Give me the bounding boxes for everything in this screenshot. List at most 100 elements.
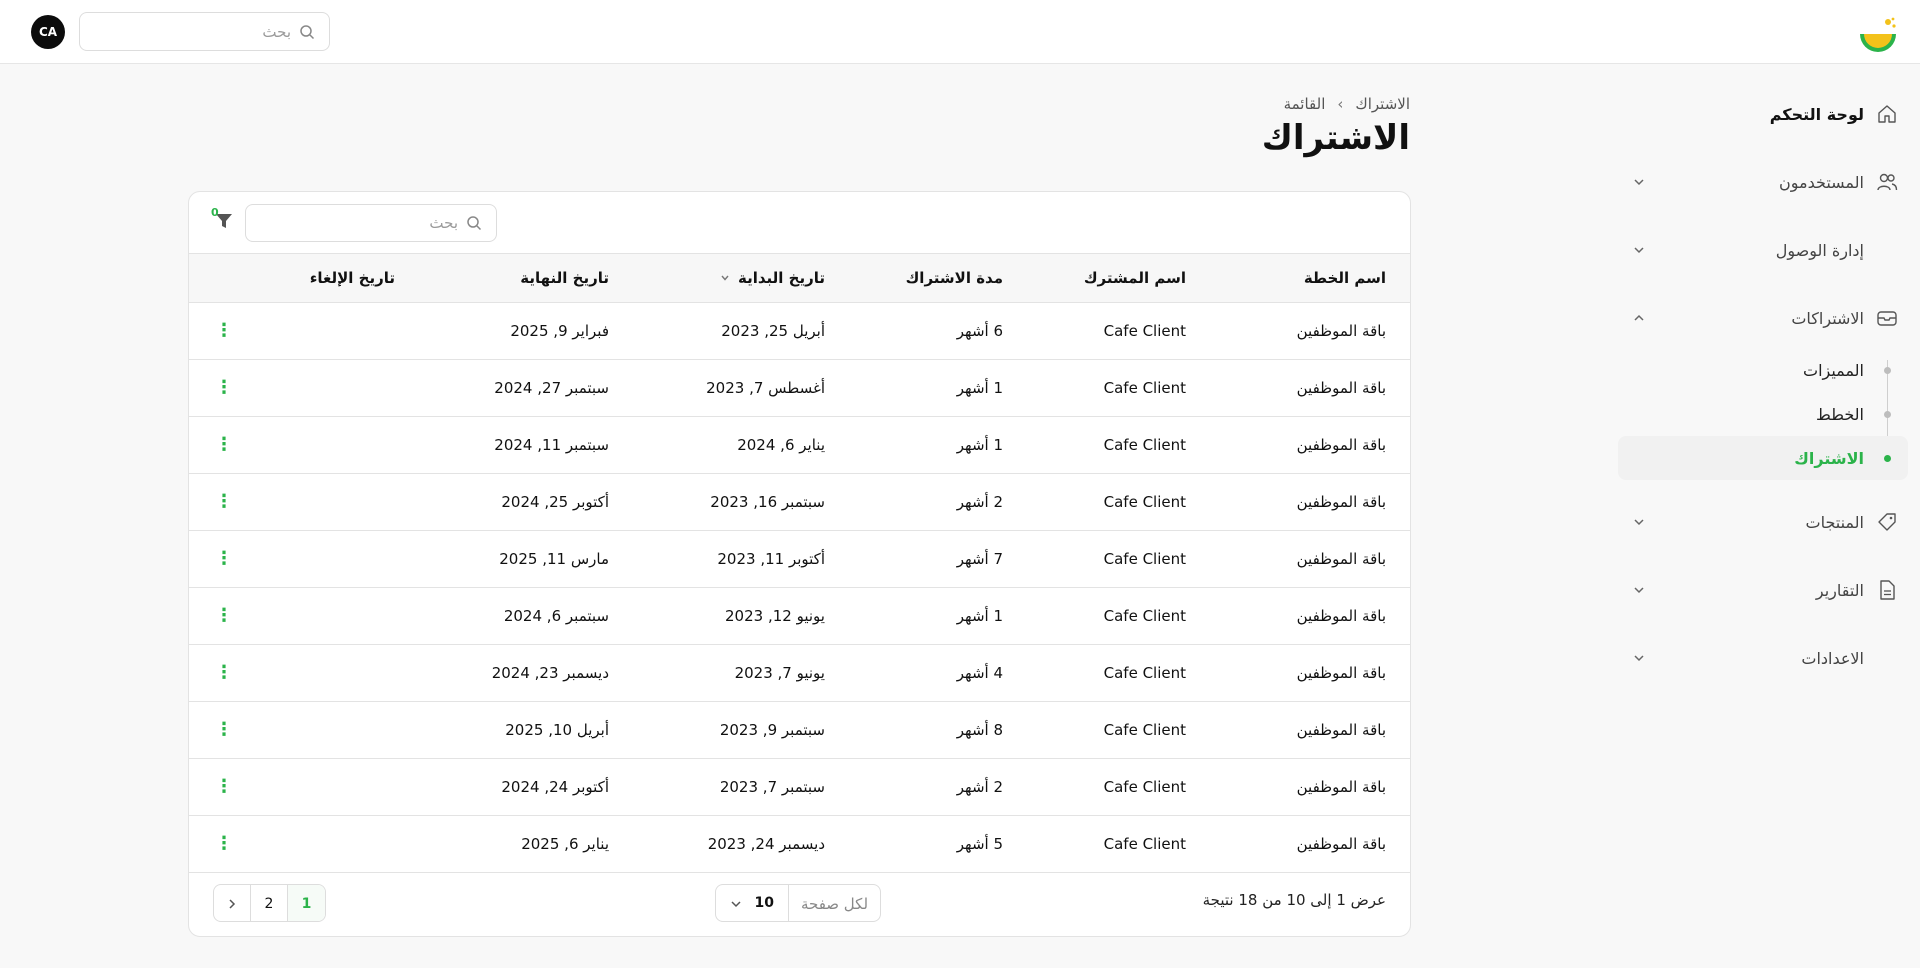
cell-end-date: ديسمبر 23, 2024 [491,663,609,682]
cell-subscriber-name: Cafe Client [1103,435,1186,454]
bullet-dot [1884,367,1891,374]
table-row[interactable]: باقة الموظفين Cafe Client 4 أشهر يونيو 7, 2… [189,644,1410,701]
subscriptions-table: اسم الخطة اسم المشترك مدة الاشتراك تاريخ… [189,254,1410,873]
cell-end-date: سبتمبر 6, 2024 [503,606,609,625]
row-spacer [1386,530,1410,587]
table-row[interactable]: باقة الموظفين Cafe Client 1 أشهر يونيو 12, … [189,587,1410,644]
cell-end-date: أبريل 10, 2025 [505,720,609,739]
page-title: الاشتراك [1261,118,1410,158]
page-button-2[interactable]: 2 [251,884,288,921]
row-actions-menu-icon[interactable]: ⋮ [215,719,233,740]
app-logo[interactable] [1858,14,1898,54]
gear-icon [1876,647,1898,669]
row-spacer [1386,815,1410,872]
sidebar-item-products[interactable]: المنتجات [1618,500,1908,544]
cell-start-date: أبريل 25, 2023 [721,321,825,340]
row-actions-menu-icon[interactable]: ⋮ [215,776,233,797]
cell-end-date: أكتوبر 24, 2024 [501,777,609,796]
sidebar-item-label: التقارير [1815,580,1864,600]
cell-cancel-date: ⋮ [189,758,395,815]
cell-subscriber-name: Cafe Client [1103,549,1186,568]
column-header-subscriber-name[interactable]: اسم المشترك [1003,254,1186,302]
cell-subscriber-name: Cafe Client [1103,321,1186,340]
breadcrumb-root[interactable]: الاشتراك [1355,95,1410,113]
sidebar-item-dashboard[interactable]: لوحة التحكم [1618,92,1908,136]
sidebar-item-label: الاشتراكات [1791,308,1864,328]
sidebar-item-access-management[interactable]: إدارة الوصول [1618,228,1908,272]
column-header-start-date[interactable]: تاريخ البداية [609,254,825,302]
table-row[interactable]: باقة الموظفين Cafe Client 2 أشهر سبتمبر 7, … [189,758,1410,815]
row-spacer [1386,473,1410,530]
cell-cancel-date: ⋮ [189,530,395,587]
sidebar-subitem-features[interactable]: المميزات [1618,348,1908,392]
row-actions-menu-icon[interactable]: ⋮ [215,605,233,626]
column-header-duration[interactable]: مدة الاشتراك [825,254,1003,302]
column-header-end-date[interactable]: تاريخ النهاية [395,254,609,302]
row-actions-menu-icon[interactable]: ⋮ [215,320,233,341]
table-header-row: اسم الخطة اسم المشترك مدة الاشتراك تاريخ… [189,254,1410,302]
chevron-down-icon [1634,519,1644,526]
search-placeholder: بحث [429,214,458,232]
cell-duration: 5 أشهر [956,834,1003,853]
table-row[interactable]: باقة الموظفين Cafe Client 2 أشهر سبتمبر 16,… [189,473,1410,530]
table-row[interactable]: باقة الموظفين Cafe Client 6 أشهر أبريل 25, … [189,302,1410,359]
cell-end-date: أكتوبر 25, 2024 [501,492,609,511]
breadcrumb-current: القائمة [1283,95,1326,113]
cell-duration: 6 أشهر [956,321,1003,340]
per-page-select[interactable]: لكل صفحة 10 [715,883,881,922]
sidebar-subitem-subscription[interactable]: الاشتراك [1618,436,1908,480]
results-summary: عرض 1 إلى 10 من 18 نتيجة [1202,890,1386,909]
cell-cancel-date: ⋮ [189,644,395,701]
global-search-input[interactable]: بحث [79,12,330,51]
cell-start-date: يناير 6, 2024 [737,435,825,454]
sidebar-item-subscriptions[interactable]: الاشتراكات [1618,296,1908,340]
column-header-plan-name[interactable]: اسم الخطة [1186,254,1386,302]
cell-start-date: يونيو 7, 2023 [734,663,825,682]
row-actions-menu-icon[interactable]: ⋮ [215,434,233,455]
cell-subscriber-name: Cafe Client [1103,663,1186,682]
cell-subscriber-name: Cafe Client [1103,492,1186,511]
avatar[interactable]: CA [31,15,65,49]
cell-end-date: يناير 6, 2025 [521,834,609,853]
cell-plan-name: باقة الموظفين [1296,435,1386,454]
search-placeholder: بحث [262,22,291,41]
table-search-input[interactable]: بحث [245,204,497,242]
sidebar-subitem-label: المميزات [1803,360,1864,380]
column-header-cancel-date[interactable]: تاريخ الإلغاء [189,254,395,302]
chevron-down-icon [1634,587,1644,594]
table-body: باقة الموظفين Cafe Client 6 أشهر أبريل 25, … [189,302,1410,872]
per-page-label: لكل صفحة [788,884,880,921]
row-actions-menu-icon[interactable]: ⋮ [215,491,233,512]
cell-cancel-date: ⋮ [189,701,395,758]
table-row[interactable]: باقة الموظفين Cafe Client 5 أشهر ديسمبر 24,… [189,815,1410,872]
row-spacer [1386,701,1410,758]
row-actions-menu-icon[interactable]: ⋮ [215,662,233,683]
chevron-up-icon [1634,314,1644,321]
sidebar-item-reports[interactable]: التقارير [1618,568,1908,612]
sidebar-item-settings[interactable]: الاعدادات [1618,636,1908,680]
row-spacer [1386,359,1410,416]
row-actions-menu-icon[interactable]: ⋮ [215,833,233,854]
row-spacer [1386,644,1410,701]
cell-duration: 1 أشهر [956,378,1003,397]
row-actions-menu-icon[interactable]: ⋮ [215,377,233,398]
sidebar-item-users[interactable]: المستخدمون [1618,160,1908,204]
cell-plan-name: باقة الموظفين [1296,606,1386,625]
filter-button[interactable]: 0 [211,206,235,232]
sidebar-subitem-plans[interactable]: الخطط [1618,392,1908,436]
cell-start-date: سبتمبر 9, 2023 [719,720,825,739]
chevron-left-icon: › [1337,95,1344,113]
next-page-button[interactable] [214,884,251,921]
cell-end-date: فبراير 9, 2025 [510,321,609,340]
table-row[interactable]: باقة الموظفين Cafe Client 7 أشهر أكتوبر 11,… [189,530,1410,587]
sidebar-subitem-label: الاشتراك [1794,448,1864,468]
table-row[interactable]: باقة الموظفين Cafe Client 8 أشهر سبتمبر 9, … [189,701,1410,758]
table-row[interactable]: باقة الموظفين Cafe Client 1 أشهر أغسطس 7, 2… [189,359,1410,416]
page-button-1[interactable]: 1 [288,884,325,921]
cell-duration: 4 أشهر [956,663,1003,682]
table-row[interactable]: باقة الموظفين Cafe Client 1 أشهر يناير 6, 2… [189,416,1410,473]
cell-cancel-date: ⋮ [189,587,395,644]
chevron-down-icon [1634,655,1644,662]
row-actions-menu-icon[interactable]: ⋮ [215,548,233,569]
cell-start-date: أكتوبر 11, 2023 [717,549,825,568]
